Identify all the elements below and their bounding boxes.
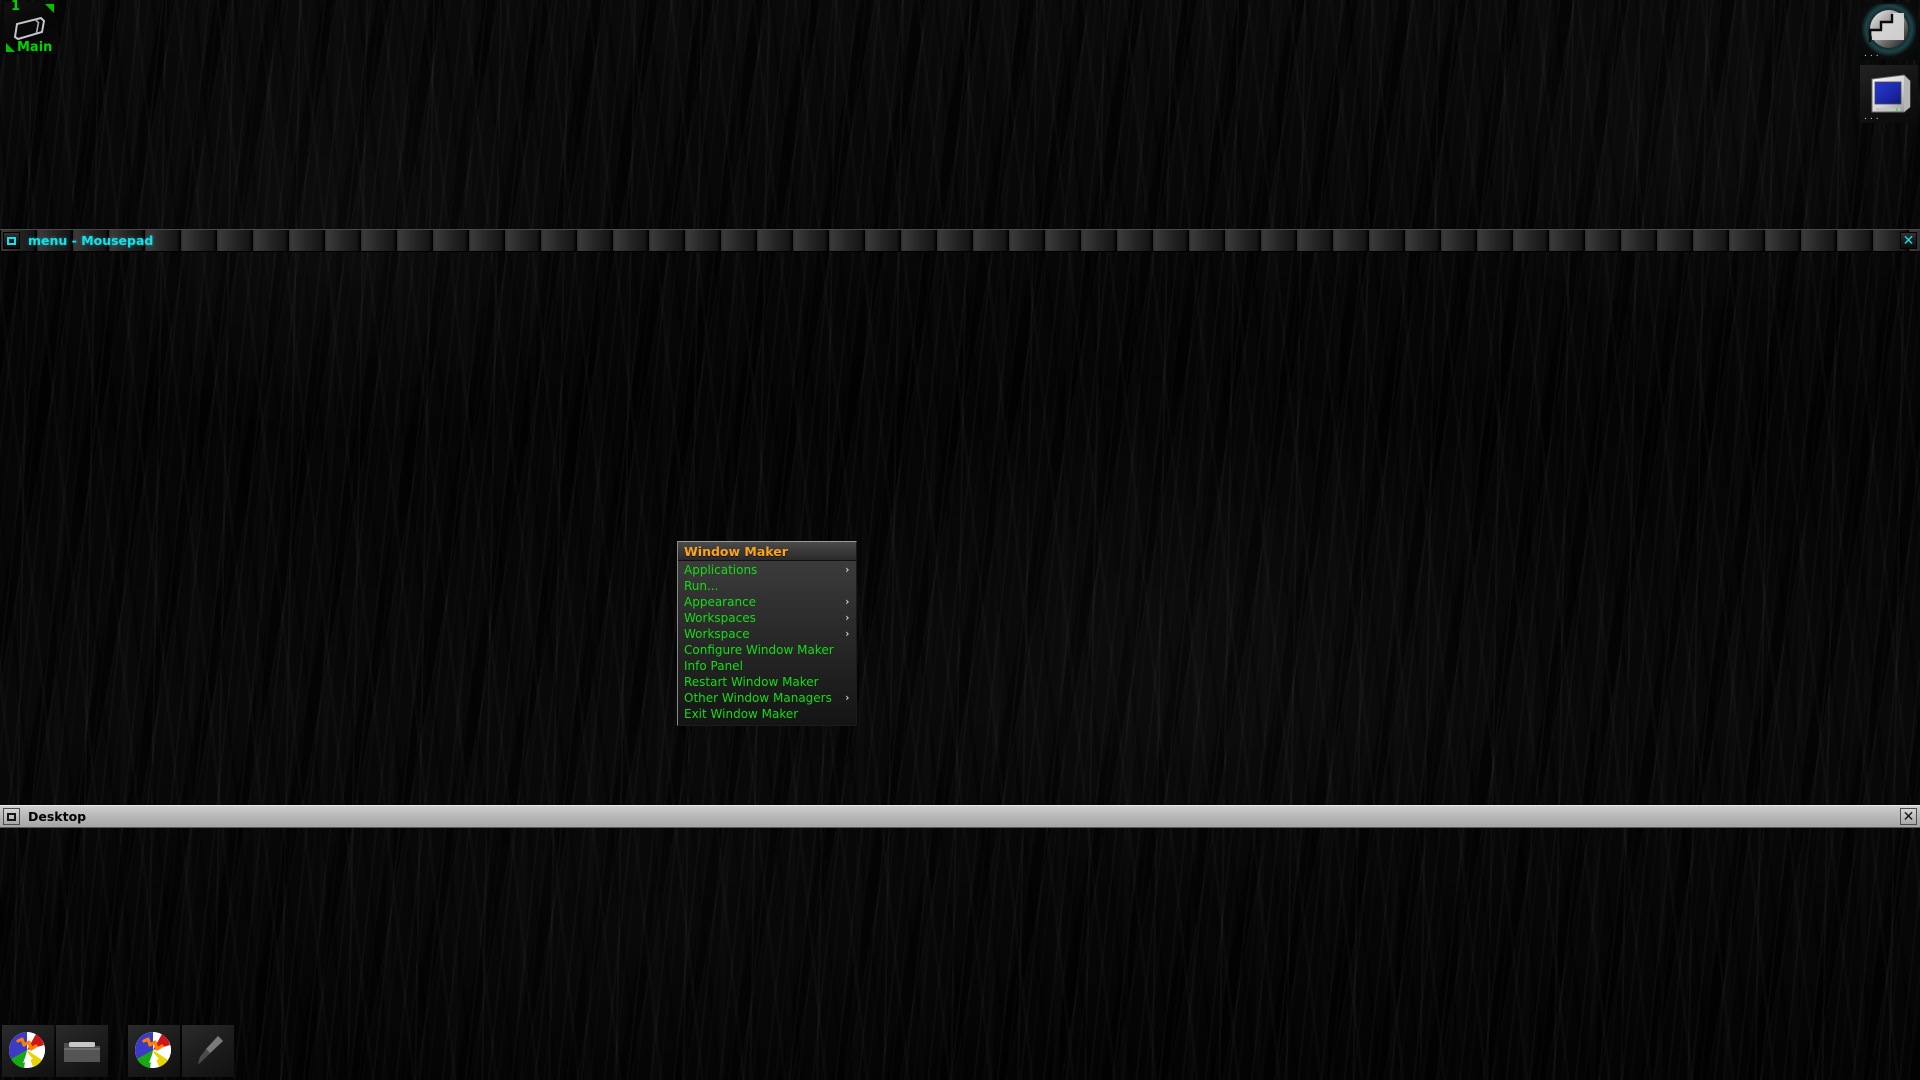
paperclip-icon [13,16,46,41]
titlebar-background [0,805,1920,828]
menu-item-configure-window-maker[interactable]: Configure Window Maker [678,642,856,658]
blade-tool-icon [198,1036,223,1064]
menu-item-label: Appearance [684,595,757,609]
dock-item-dots: ... [1864,49,1882,59]
minimize-button[interactable] [3,808,20,825]
clip-prev-workspace-arrow-icon[interactable] [6,43,15,52]
window-titlebar-mousepad[interactable]: menu - Mousepad ✕ [0,229,1920,252]
menu-item-label: Restart Window Maker [684,675,819,689]
submenu-arrow-icon: › [845,611,850,624]
menu-item-appearance[interactable]: Appearance › [678,594,856,610]
menu-item-label: Exit Window Maker [684,707,799,721]
app-icon-folder[interactable] [56,1025,108,1077]
titlebar-background [0,229,1920,252]
menu-item-label: Workspace [684,627,750,641]
menu-item-label: Configure Window Maker [684,643,834,657]
submenu-arrow-icon: › [845,595,850,608]
folder-icon [64,1042,100,1062]
menu-item-label: Applications [684,563,758,577]
minimize-icon [7,812,16,821]
desktop-root: 1 Main ... ... menu - Mousepad ✕ Window … [0,0,1920,1080]
app-icon-mousepad-2[interactable] [128,1025,180,1077]
mousepad-app-icon [135,1032,171,1068]
root-menu-title: Window Maker [678,542,856,561]
desktop-wallpaper[interactable] [0,0,1920,1080]
dock-item-dots: ... [1864,112,1882,122]
clip-next-workspace-arrow-icon[interactable] [45,4,54,13]
menu-item-label: Workspaces [684,611,756,625]
menu-item-label: Other Window Managers [684,691,832,705]
clip-workspace-number: 1 [11,0,21,14]
minimize-icon [7,236,16,245]
submenu-arrow-icon: › [845,563,850,576]
menu-item-info-panel[interactable]: Info Panel [678,658,856,674]
menu-item-other-window-managers[interactable]: Other Window Managers › [678,690,856,706]
dock-item-display[interactable]: ... [1860,65,1918,123]
clip-workspace-label: Main [17,40,53,55]
dock-item-window-maker[interactable]: ... [1860,2,1918,60]
app-icon-mousepad-1[interactable] [2,1025,54,1077]
window-maker-root-menu[interactable]: Window Maker Applications › Run... Appea… [677,541,857,726]
minimize-button[interactable] [3,232,20,249]
menu-item-workspaces[interactable]: Workspaces › [678,610,856,626]
app-icon-blade-tool[interactable] [182,1025,234,1077]
menu-item-exit-window-maker[interactable]: Exit Window Maker [678,706,856,722]
menu-item-label: Info Panel [684,659,743,673]
window-title: menu - Mousepad [28,233,154,248]
close-button[interactable]: ✕ [1900,232,1917,249]
menu-item-label: Run... [684,579,719,593]
mousepad-app-icon [9,1032,45,1068]
close-icon: ✕ [1902,232,1915,249]
menu-item-applications[interactable]: Applications › [678,562,856,578]
workspace-clip[interactable]: 1 Main [4,0,56,55]
menu-item-restart-window-maker[interactable]: Restart Window Maker [678,674,856,690]
window-title: Desktop [28,809,87,824]
close-button[interactable]: ✕ [1900,808,1917,825]
window-titlebar-desktop[interactable]: Desktop ✕ [0,805,1920,828]
root-menu-items: Applications › Run... Appearance › Works… [678,561,856,725]
close-icon: ✕ [1902,808,1915,825]
menu-item-workspace[interactable]: Workspace › [678,626,856,642]
menu-item-run[interactable]: Run... [678,578,856,594]
submenu-arrow-icon: › [845,691,850,704]
submenu-arrow-icon: › [845,627,850,640]
